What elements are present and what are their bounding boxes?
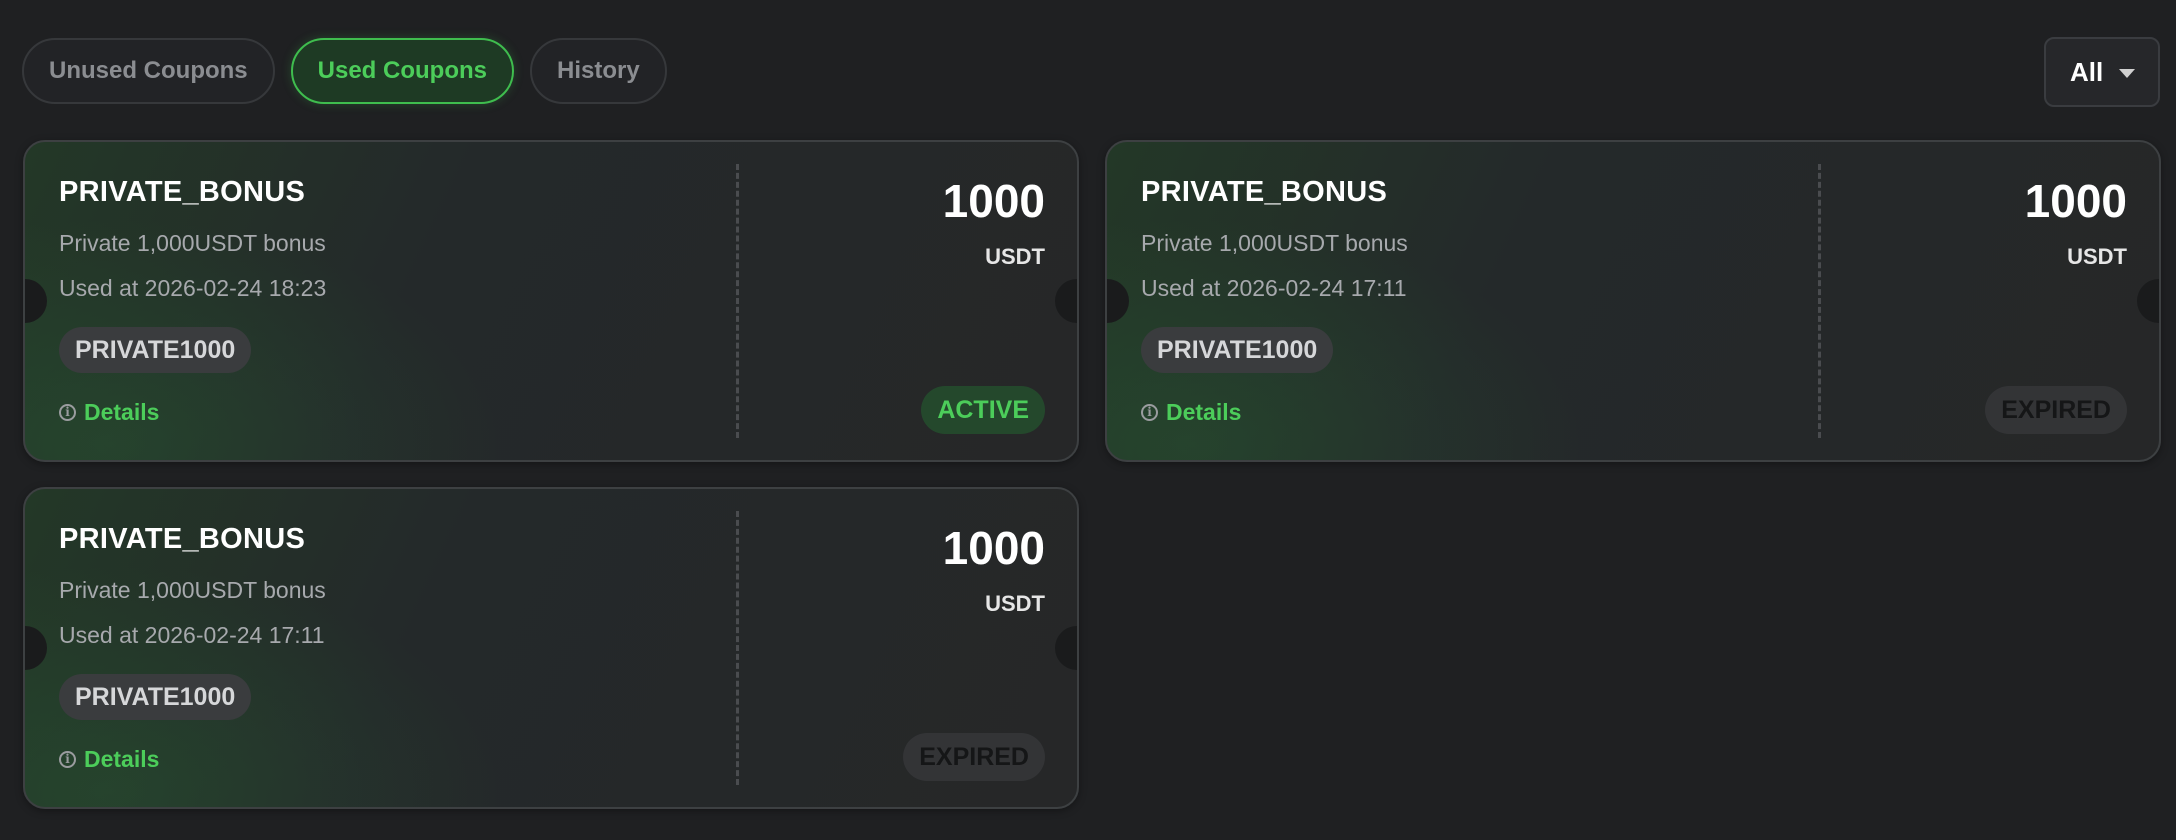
coupon-amount: 1000 [942, 522, 1045, 574]
coupon-name: PRIVATE_BONUS [1141, 176, 1388, 208]
coupon-currency: USDT [2067, 244, 2127, 269]
coupon-card: PRIVATE_BONUS Private 1,000USDT bonus Us… [23, 140, 1079, 462]
ticket-divider [736, 164, 739, 438]
ticket-notch-right [2137, 279, 2159, 323]
filter-dropdown[interactable]: All [2044, 37, 2160, 107]
details-label: Details [84, 399, 160, 425]
status-badge: EXPIRED [1985, 386, 2127, 434]
coupon-description: Private 1,000USDT bonus [1141, 230, 1408, 256]
coupon-tabs: Unused Coupons Used Coupons History [22, 38, 667, 104]
coupon-description: Private 1,000USDT bonus [59, 577, 326, 603]
coupon-name: PRIVATE_BONUS [59, 523, 306, 555]
coupon-card: PRIVATE_BONUS Private 1,000USDT bonus Us… [1105, 140, 2161, 462]
info-icon: i [1141, 404, 1158, 421]
status-badge: EXPIRED [903, 733, 1045, 781]
chevron-down-icon [2119, 68, 2136, 78]
details-link[interactable]: i Details [59, 746, 159, 773]
ticket-divider [1818, 164, 1821, 438]
coupon-code[interactable]: PRIVATE1000 [59, 674, 252, 720]
coupon-amount: 1000 [942, 175, 1045, 227]
ticket-notch-left [25, 279, 47, 323]
info-icon: i [59, 751, 76, 768]
coupon-description: Private 1,000USDT bonus [59, 230, 326, 256]
tab-history[interactable]: History [530, 38, 667, 104]
filter-selected-value: All [2070, 56, 2104, 87]
coupon-used-at: Used at 2026-02-24 18:23 [59, 275, 327, 301]
ticket-notch-right [1055, 626, 1077, 670]
coupon-name: PRIVATE_BONUS [59, 176, 306, 208]
coupon-code[interactable]: PRIVATE1000 [59, 327, 252, 373]
ticket-notch-left [1107, 279, 1129, 323]
coupon-amount: 1000 [2024, 175, 2127, 227]
ticket-divider [736, 511, 739, 785]
status-badge: ACTIVE [921, 386, 1045, 434]
details-label: Details [1166, 399, 1242, 425]
info-icon: i [59, 404, 76, 421]
coupon-used-at: Used at 2026-02-24 17:11 [1141, 275, 1407, 301]
ticket-notch-right [1055, 279, 1077, 323]
details-link[interactable]: i Details [1141, 399, 1241, 426]
ticket-notch-left [25, 626, 47, 670]
coupon-currency: USDT [985, 591, 1045, 616]
tab-unused-coupons[interactable]: Unused Coupons [22, 38, 275, 104]
coupon-code[interactable]: PRIVATE1000 [1141, 327, 1334, 373]
details-link[interactable]: i Details [59, 399, 159, 426]
coupon-used-at: Used at 2026-02-24 17:11 [59, 622, 325, 648]
coupon-card: PRIVATE_BONUS Private 1,000USDT bonus Us… [23, 487, 1079, 809]
tab-used-coupons[interactable]: Used Coupons [290, 38, 514, 104]
coupon-currency: USDT [985, 244, 1045, 269]
details-label: Details [84, 746, 160, 772]
